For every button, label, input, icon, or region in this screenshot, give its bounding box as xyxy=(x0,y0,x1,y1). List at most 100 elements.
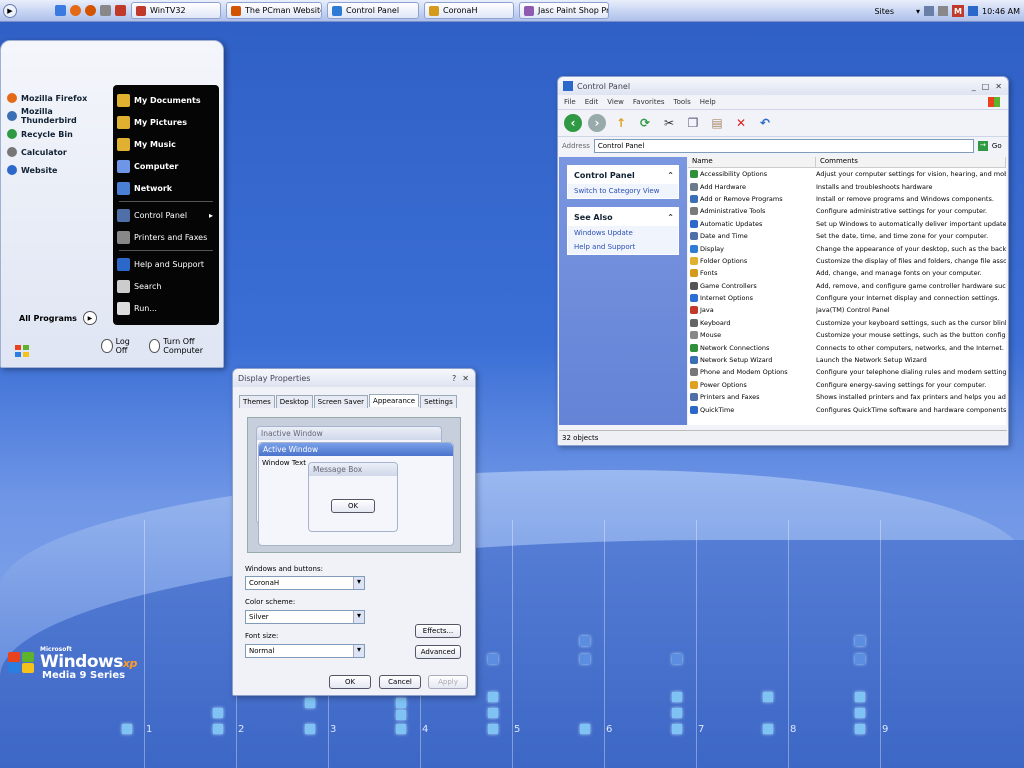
tray-app-icon[interactable] xyxy=(968,6,979,16)
table-row[interactable]: Accessibility Options Adjust your compute… xyxy=(688,168,1006,180)
effects-button[interactable]: Effects... xyxy=(415,624,461,638)
table-row[interactable]: Game Controllers Add, remove, and configu… xyxy=(688,280,1006,292)
collapse-icon[interactable]: ⌃ xyxy=(667,213,674,222)
col-comments-header[interactable]: Comments xyxy=(816,157,1006,167)
table-row[interactable]: Display Change the appearance of your des… xyxy=(688,242,1006,254)
network-icon[interactable] xyxy=(924,6,935,16)
table-row[interactable]: Fonts Add, change, and manage fonts on yo… xyxy=(688,267,1006,279)
menu-item[interactable]: File xyxy=(564,98,576,106)
color-scheme-select[interactable]: Silver xyxy=(245,610,365,624)
delete-icon[interactable]: ✕ xyxy=(732,114,750,132)
table-row[interactable]: Phone and Modem Options Configure your te… xyxy=(688,366,1006,378)
table-row[interactable]: Add or Remove Programs Install or remove … xyxy=(688,193,1006,205)
tab-screen-saver[interactable]: Screen Saver xyxy=(313,395,369,408)
places-item[interactable]: Search xyxy=(113,275,219,297)
tab-desktop[interactable]: Desktop xyxy=(275,395,313,408)
table-row[interactable]: Mouse Customize your mouse settings, such… xyxy=(688,329,1006,341)
start-button[interactable]: ▶ xyxy=(3,3,17,18)
menu-item[interactable]: Tools xyxy=(674,98,691,106)
pinned-item[interactable]: Calculator xyxy=(7,143,111,161)
table-row[interactable]: Power Options Configure energy-saving set… xyxy=(688,379,1006,391)
go-arrow-icon[interactable]: → xyxy=(977,141,988,151)
places-item[interactable]: My Documents xyxy=(113,89,219,111)
undo-icon[interactable]: ↶ xyxy=(756,114,774,132)
task-button[interactable]: The PCman Website - ... xyxy=(226,2,322,19)
close-button[interactable]: ✕ xyxy=(995,82,1002,91)
table-row[interactable]: Internet Options Configure your Internet … xyxy=(688,292,1006,304)
tv-icon[interactable] xyxy=(115,5,126,16)
task-button[interactable]: Control Panel xyxy=(327,2,419,19)
table-row[interactable]: Network Connections Connects to other com… xyxy=(688,341,1006,353)
pinned-item[interactable]: Mozilla Firefox xyxy=(7,89,111,107)
windows-update-link[interactable]: Windows Update xyxy=(568,226,678,240)
back-icon[interactable]: ‹ xyxy=(564,114,582,132)
go-button[interactable]: Go xyxy=(992,142,1002,150)
places-item[interactable]: My Music xyxy=(113,133,219,155)
table-row[interactable]: Date and Time Set the date, time, and tim… xyxy=(688,230,1006,242)
turn-off-button[interactable]: Turn Off Computer xyxy=(148,337,223,355)
table-row[interactable]: Folder Options Customize the display of f… xyxy=(688,255,1006,267)
forward-icon[interactable]: › xyxy=(588,114,606,132)
ie-icon[interactable] xyxy=(55,5,66,16)
collapse-icon[interactable]: ⌃ xyxy=(667,171,674,180)
table-row[interactable]: Keyboard Customize your keyboard settings… xyxy=(688,317,1006,329)
close-button[interactable]: ✕ xyxy=(462,374,469,383)
places-item[interactable]: Printers and Faxes xyxy=(113,226,219,248)
table-row[interactable]: Add Hardware Installs and troubleshoots h… xyxy=(688,180,1006,192)
dp-titlebar[interactable]: Display Properties ? ✕ xyxy=(233,369,475,387)
mail-icon[interactable]: M xyxy=(952,5,965,17)
apply-button[interactable]: Apply xyxy=(428,675,468,689)
table-row[interactable]: Printers and Faxes Shows installed printe… xyxy=(688,391,1006,403)
menu-item[interactable]: Edit xyxy=(585,98,599,106)
pinned-item[interactable]: Mozilla Thunderbird xyxy=(7,107,111,125)
sites-label[interactable]: Sites xyxy=(874,7,894,16)
places-item[interactable]: Control Panel ▸ xyxy=(113,204,219,226)
places-item[interactable]: My Pictures xyxy=(113,111,219,133)
tab-settings[interactable]: Settings xyxy=(420,395,457,408)
advanced-button[interactable]: Advanced xyxy=(415,645,461,659)
help-support-link[interactable]: Help and Support xyxy=(568,240,678,254)
log-off-button[interactable]: Log Off xyxy=(101,337,139,355)
task-button[interactable]: CoronaH xyxy=(424,2,514,19)
minimize-button[interactable]: _ xyxy=(972,82,976,91)
table-row[interactable]: Java Java(TM) Control Panel xyxy=(688,304,1006,316)
volume-icon[interactable] xyxy=(938,6,949,16)
menu-item[interactable]: Help xyxy=(700,98,716,106)
firefox-icon[interactable] xyxy=(70,5,81,16)
cp-titlebar[interactable]: Control Panel _ □ ✕ xyxy=(558,77,1008,95)
paste-icon[interactable]: ▤ xyxy=(708,114,726,132)
tab-appearance[interactable]: Appearance xyxy=(369,394,420,407)
chevron-down-icon[interactable]: ▾ xyxy=(916,7,920,16)
places-item[interactable]: Computer xyxy=(113,155,219,177)
menu-item[interactable]: View xyxy=(607,98,624,106)
table-row[interactable]: Network Setup Wizard Launch the Network S… xyxy=(688,354,1006,366)
tab-themes[interactable]: Themes xyxy=(239,395,275,408)
windows-buttons-select[interactable]: CoronaH xyxy=(245,576,365,590)
copy-icon[interactable]: ❐ xyxy=(684,114,702,132)
pinned-item[interactable]: Recycle Bin xyxy=(7,125,111,143)
up-folder-icon[interactable]: ↑ xyxy=(612,114,630,132)
ok-button[interactable]: OK xyxy=(329,675,371,689)
table-row[interactable]: Administrative Tools Configure administra… xyxy=(688,205,1006,217)
browser-icon[interactable] xyxy=(85,5,96,16)
places-item[interactable]: Run... xyxy=(113,297,219,319)
maximize-button[interactable]: □ xyxy=(982,82,990,91)
task-button[interactable]: WinTV32 xyxy=(131,2,221,19)
cut-icon[interactable]: ✂ xyxy=(660,114,678,132)
task-button[interactable]: Jasc Paint Shop Pro xyxy=(519,2,609,19)
col-name-header[interactable]: Name xyxy=(688,157,816,167)
refresh-icon[interactable]: ⟳ xyxy=(636,114,654,132)
places-item[interactable]: Network xyxy=(113,177,219,199)
switch-view-link[interactable]: Switch to Category View xyxy=(568,184,678,198)
pinned-item[interactable]: Website xyxy=(7,161,111,179)
table-row[interactable]: QuickTime Configures QuickTime software a… xyxy=(688,403,1006,415)
places-item[interactable]: Help and Support xyxy=(113,253,219,275)
menu-item[interactable]: Favorites xyxy=(633,98,665,106)
address-input[interactable]: Control Panel xyxy=(593,139,974,153)
media-icon[interactable] xyxy=(100,5,111,16)
help-button[interactable]: ? xyxy=(452,374,456,383)
all-programs-button[interactable]: All Programs ▶ xyxy=(19,311,97,325)
cancel-button[interactable]: Cancel xyxy=(379,675,421,689)
table-row[interactable]: Automatic Updates Set up Windows to autom… xyxy=(688,218,1006,230)
font-size-select[interactable]: Normal xyxy=(245,644,365,658)
